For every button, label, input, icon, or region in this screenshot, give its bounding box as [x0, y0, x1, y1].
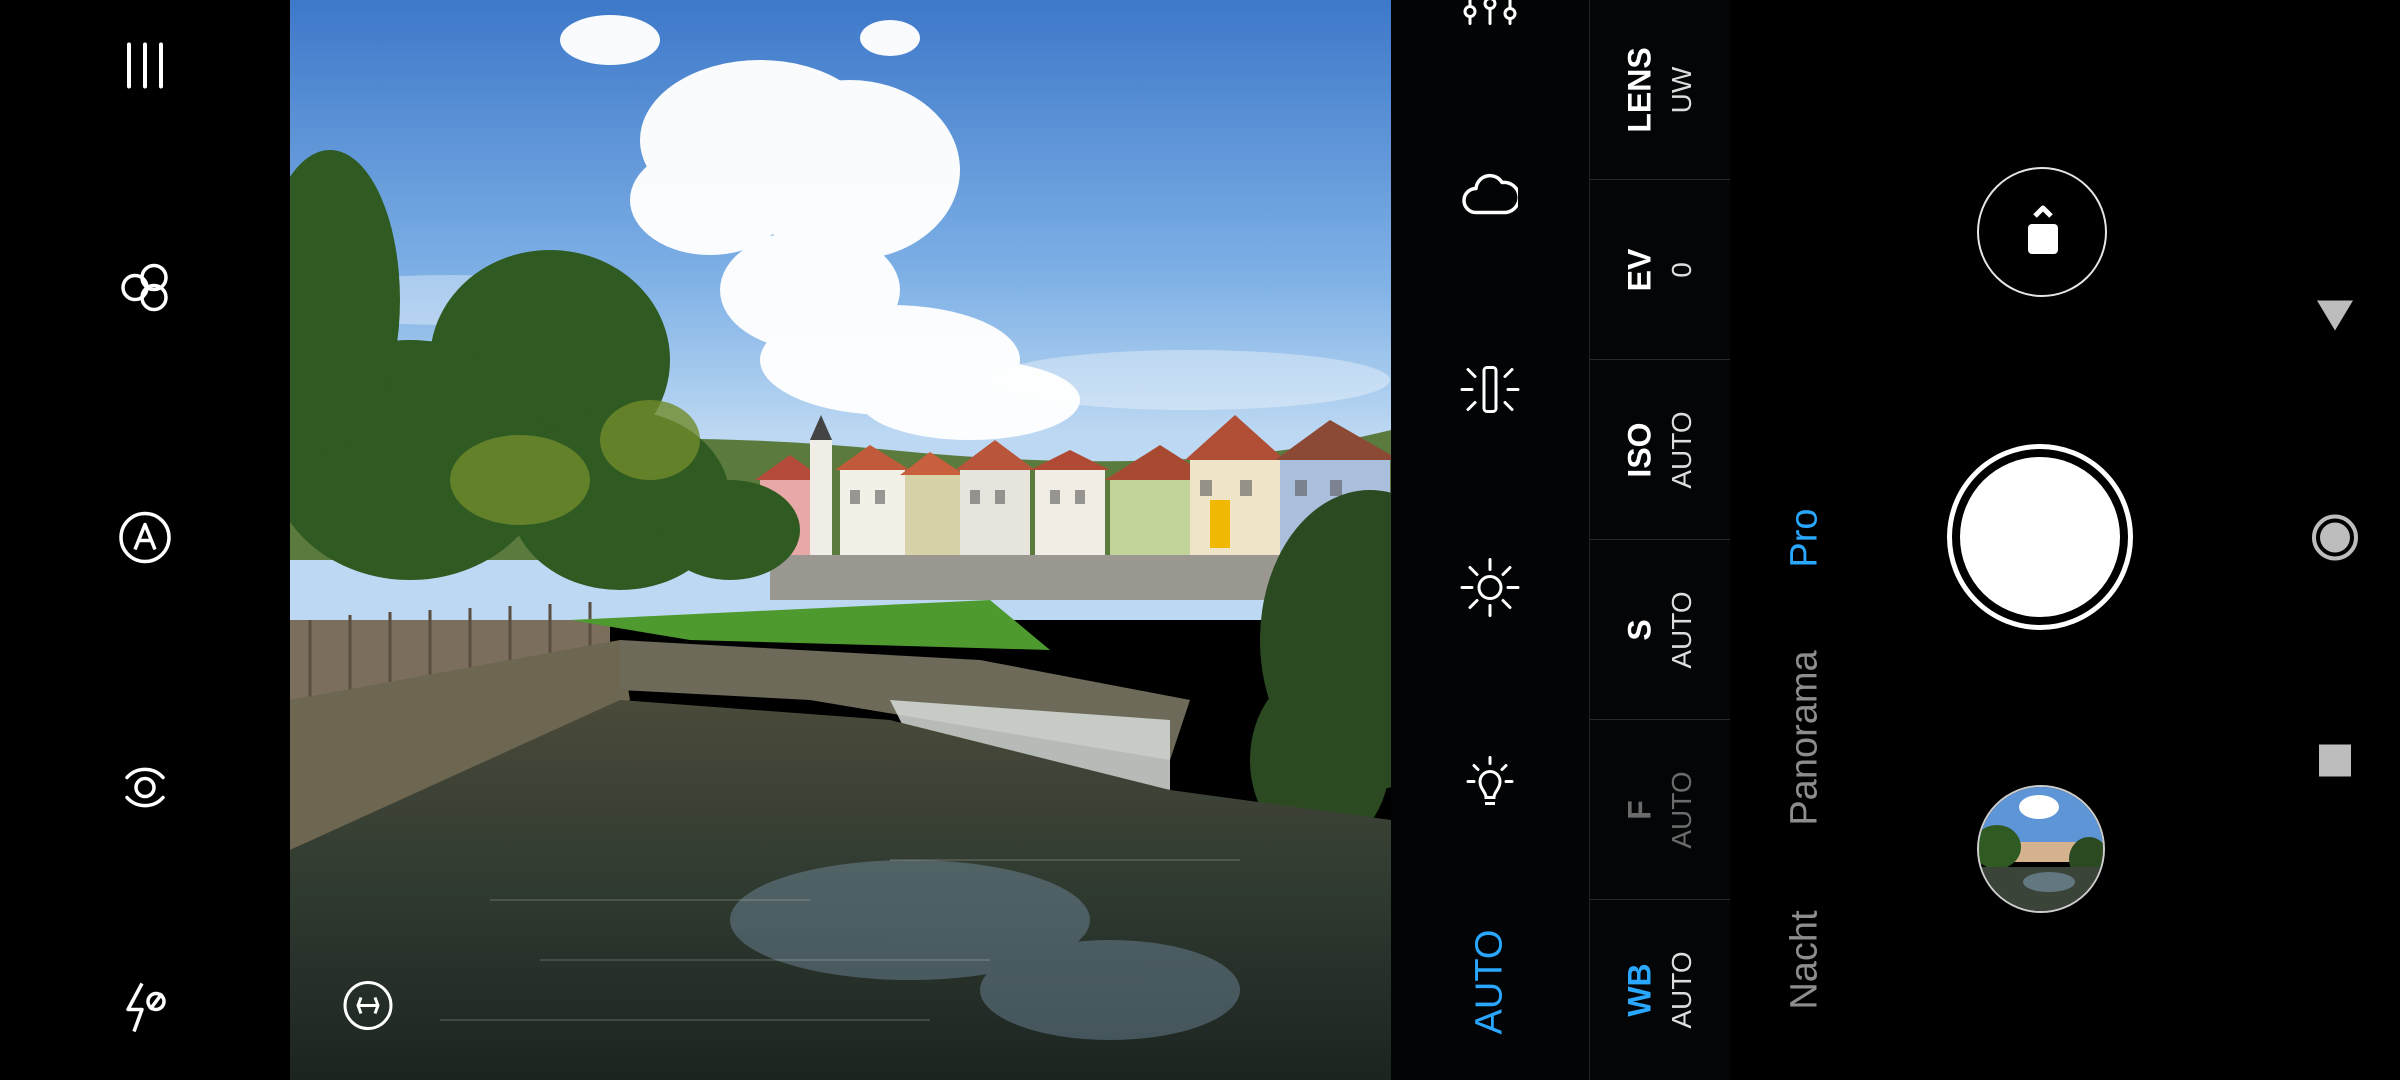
wb-auto-label[interactable]: AUTO	[1469, 930, 1512, 1035]
switch-camera-icon	[2028, 205, 2058, 254]
mode-panorama[interactable]: Panorama	[1784, 650, 1827, 825]
param-value: AUTO	[1666, 950, 1697, 1029]
filter-icon[interactable]	[118, 261, 172, 320]
param-value: AUTO	[1666, 590, 1697, 669]
mode-night[interactable]: Nacht	[1784, 910, 1827, 1009]
param-value: AUTO	[1666, 410, 1697, 489]
flash-off-icon[interactable]	[120, 980, 170, 1041]
cloud-icon[interactable]	[1462, 167, 1521, 228]
mode-pro[interactable]: Pro	[1784, 508, 1827, 567]
sun-icon[interactable]	[1458, 556, 1522, 625]
fluorescent-icon[interactable]	[1458, 358, 1522, 427]
param-white-balance[interactable]: WB AUTO	[1590, 900, 1730, 1079]
shutter-icon	[1960, 457, 2120, 617]
param-value: 0	[1666, 261, 1697, 278]
param-name: S	[1621, 618, 1658, 641]
recents-icon[interactable]	[2318, 744, 2352, 783]
switch-camera-button[interactable]	[1977, 167, 2107, 297]
home-icon[interactable]	[2310, 513, 2360, 568]
menu-icon[interactable]	[123, 41, 167, 96]
bulb-icon[interactable]	[1458, 752, 1522, 821]
left-toolbar	[0, 0, 290, 1080]
param-value: UW	[1666, 66, 1697, 113]
param-iso[interactable]: ISO AUTO	[1590, 360, 1730, 540]
param-ev[interactable]: EV 0	[1590, 180, 1730, 360]
camera-viewfinder[interactable]	[290, 0, 1391, 1080]
live-preview	[290, 0, 1391, 1080]
param-name: EV	[1621, 248, 1658, 291]
param-shutter[interactable]: S AUTO	[1590, 540, 1730, 720]
param-name: F	[1621, 799, 1658, 820]
param-name: ISO	[1621, 421, 1658, 478]
sliders-icon[interactable]	[1460, 0, 1520, 35]
white-balance-presets: AUTO	[1391, 0, 1590, 1080]
param-name: LENS	[1621, 46, 1658, 133]
param-name: WB	[1621, 962, 1658, 1017]
param-value: AUTO	[1666, 770, 1697, 849]
param-aperture: F AUTO	[1590, 720, 1730, 900]
timer-icon[interactable]	[117, 760, 173, 821]
param-lens[interactable]: LENS UW	[1590, 0, 1730, 180]
metering-icon[interactable]	[341, 979, 395, 1038]
shutter-button[interactable]	[1947, 444, 2133, 630]
auto-focus-icon[interactable]	[117, 510, 173, 571]
gallery-thumbnail[interactable]	[1977, 785, 2105, 913]
pro-parameters: LENS UW EV 0 ISO AUTO S AUTO F AUTO WB A…	[1590, 0, 1731, 1080]
pro-settings-panel: AUTO LENS UW EV 0 ISO AUTO S AUTO F AUTO…	[1391, 0, 1731, 1080]
back-icon[interactable]	[2315, 299, 2355, 338]
